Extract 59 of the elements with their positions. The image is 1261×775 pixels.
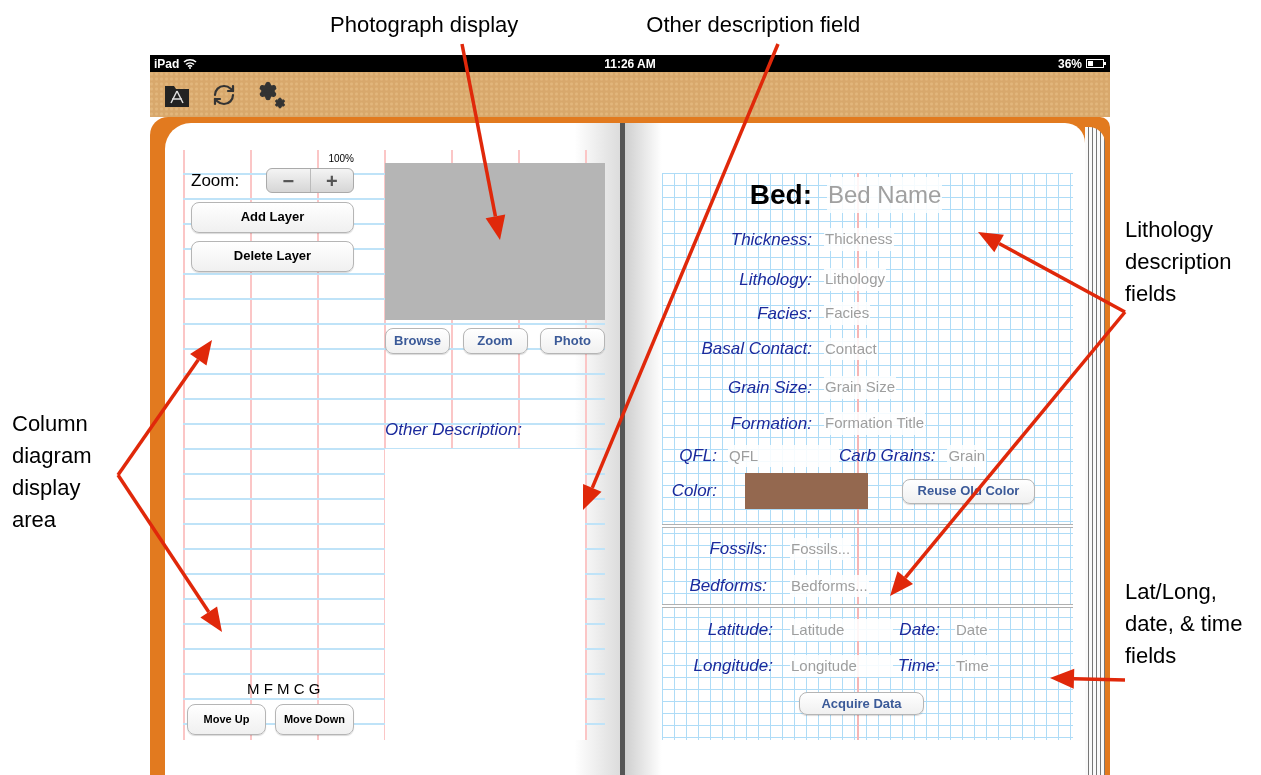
annotation-label: Column diagram display area (12, 410, 93, 534)
battery-icon (1086, 59, 1106, 68)
text-field[interactable]: Fossils... (790, 537, 852, 561)
annotation-label: Other description field (646, 11, 861, 39)
color-swatch[interactable] (745, 473, 868, 509)
field-label: Longitude: (692, 655, 773, 678)
field-label: Lithology: (738, 268, 812, 291)
field-label: Carb Grains: (839, 445, 936, 468)
text-field[interactable]: Contact (824, 337, 878, 361)
bed-label: Bed: (748, 178, 812, 212)
text-field[interactable]: Lithology (824, 268, 887, 291)
text-field[interactable]: Longitude (790, 654, 893, 678)
text-field[interactable]: Grain (947, 444, 987, 468)
grain-scale: M F M C G (247, 680, 322, 698)
zoom-out-button[interactable]: − (267, 169, 311, 193)
refresh-icon[interactable] (212, 82, 236, 107)
gears-icon[interactable] (258, 80, 286, 109)
field-label: Grain Size: (726, 376, 812, 399)
other-description-field[interactable] (385, 448, 585, 740)
bed-name-field[interactable]: Bed Name (827, 177, 943, 213)
text-field[interactable]: Thickness (824, 228, 894, 251)
text-field[interactable]: Latitude (790, 618, 893, 642)
field-label: QFL: (678, 445, 717, 468)
field-label: Fossils: (708, 538, 767, 561)
annotation-label: Lithology description fields (1125, 216, 1233, 308)
other-description-label: Other Description: (385, 419, 523, 441)
field-label: Formation: (729, 412, 812, 435)
photo-button[interactable]: Browse (385, 328, 450, 354)
battery-percent: 36% (1057, 55, 1082, 73)
layer-button[interactable]: Add Layer (191, 201, 354, 233)
text-field[interactable]: Formation Title (824, 412, 926, 435)
device-name: iPad (154, 55, 180, 73)
field-label: Basal Contact: (700, 338, 812, 361)
field-label: Facies: (756, 302, 812, 325)
field-label: Color: (670, 480, 717, 503)
field-label: Bedforms: (688, 575, 767, 598)
move-button[interactable]: Move Down (275, 704, 354, 735)
text-field[interactable]: Date (955, 618, 989, 642)
zoom-percent: 100% (328, 153, 354, 165)
annotation-label: Photograph display (330, 11, 519, 39)
text-field[interactable]: Facies (824, 302, 871, 325)
photo-button[interactable]: Photo (540, 328, 605, 354)
zoom-label: Zoom: (191, 170, 240, 192)
clock-time: 11:26 AM (604, 55, 656, 73)
text-field[interactable]: Time (955, 654, 990, 678)
move-button[interactable]: Move Up (187, 704, 266, 735)
annotation-label: Lat/Long, date, & time fields (1125, 578, 1243, 670)
text-field[interactable]: Bedforms... (790, 574, 869, 598)
field-label: Latitude: (706, 619, 773, 642)
wifi-icon (183, 58, 198, 69)
field-label: Date: (898, 619, 940, 642)
text-field[interactable]: Grain Size (824, 376, 897, 399)
acquire-data-button[interactable]: Acquire Data (799, 692, 924, 715)
field-label: Thickness: (729, 228, 812, 251)
photo-button[interactable]: Zoom (462, 328, 528, 354)
layer-button[interactable]: Delete Layer (191, 240, 354, 272)
field-label: Time: (896, 655, 940, 678)
text-field[interactable]: QFL (728, 444, 839, 468)
zoom-in-button[interactable]: + (310, 169, 353, 193)
